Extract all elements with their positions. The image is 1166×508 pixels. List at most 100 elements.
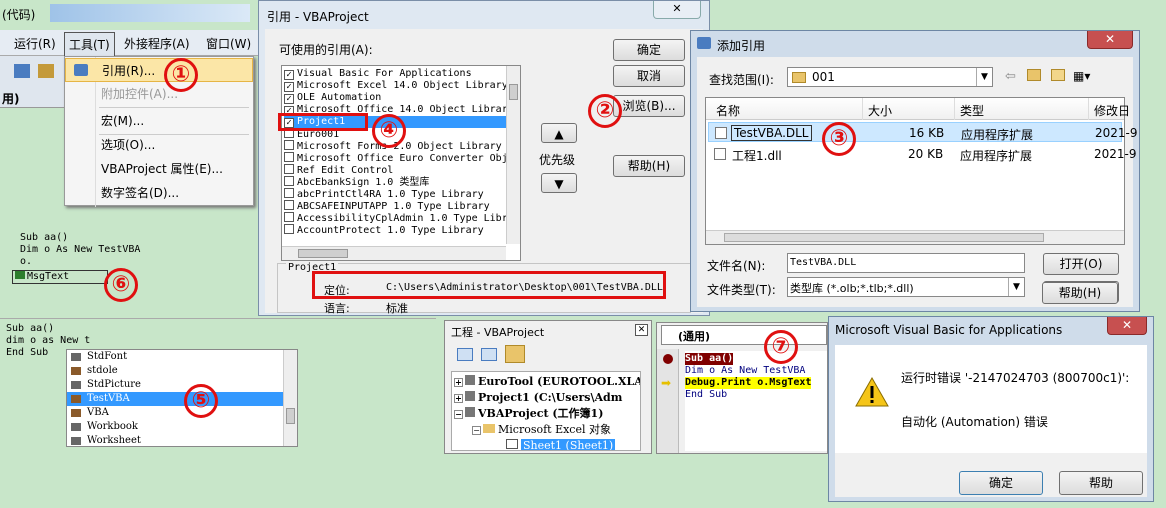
- dialog-close-button[interactable]: ✕: [1087, 31, 1133, 49]
- horizontal-scrollbar[interactable]: [706, 230, 1124, 244]
- checkbox[interactable]: [284, 140, 294, 150]
- menu-window[interactable]: 窗口(W): [206, 35, 251, 52]
- reference-item[interactable]: Ref Edit Control: [284, 164, 520, 176]
- scope-combo[interactable]: (通用): [661, 325, 827, 345]
- checkbox[interactable]: [284, 176, 294, 186]
- column-size[interactable]: 大小: [868, 102, 892, 119]
- browse-button[interactable]: 浏览(B)...: [613, 95, 685, 117]
- checkbox[interactable]: [284, 212, 294, 222]
- view-code-icon[interactable]: [457, 348, 473, 361]
- menu-item-digital-signature[interactable]: 数字签名(D)...: [65, 181, 255, 205]
- autocomplete-item[interactable]: MsgText: [27, 271, 69, 282]
- menu-item-project-properties[interactable]: VBAProject 属性(E)...: [65, 157, 255, 181]
- help-button[interactable]: 帮助(H): [613, 155, 685, 177]
- column-divider: [1088, 98, 1089, 120]
- toggle-folders-icon[interactable]: [505, 345, 525, 363]
- references-list[interactable]: ✓ Visual Basic For Applications ✓ Microsof…: [281, 65, 521, 261]
- horizontal-scrollbar[interactable]: [282, 246, 506, 260]
- help-button[interactable]: 帮助(H): [1042, 282, 1118, 304]
- filetype-select[interactable]: 类型库 (*.olb;*.tlb;*.dll) ▼: [787, 277, 1025, 297]
- class-icon: [71, 381, 81, 389]
- close-icon[interactable]: ✕: [635, 324, 648, 336]
- chevron-down-icon[interactable]: ▼: [976, 68, 992, 86]
- toolbar-icon[interactable]: [14, 64, 30, 78]
- priority-up-button[interactable]: ▲: [541, 123, 577, 143]
- checkbox[interactable]: [284, 188, 294, 198]
- tree-node[interactable]: − VBAProject (工作簿1): [454, 406, 640, 422]
- collapse-icon[interactable]: −: [472, 426, 481, 435]
- chevron-down-icon[interactable]: ▼: [1008, 278, 1024, 296]
- menu-addins[interactable]: 外接程序(A): [124, 35, 190, 52]
- menu-item-options[interactable]: 选项(O)...: [65, 133, 255, 157]
- vertical-scrollbar[interactable]: [506, 66, 520, 244]
- scroll-thumb[interactable]: [286, 408, 295, 424]
- look-in-combo[interactable]: 001 ▼: [787, 67, 993, 87]
- checkbox[interactable]: [284, 152, 294, 162]
- scroll-thumb[interactable]: [724, 233, 1044, 242]
- toolbar-icon[interactable]: [38, 64, 54, 78]
- autocomplete-popup[interactable]: MsgText: [12, 270, 108, 284]
- expand-icon[interactable]: +: [454, 394, 463, 403]
- project-tree[interactable]: + EuroTool (EUROTOOL.XLAM + Project1 (C:\U…: [451, 371, 641, 451]
- list-item[interactable]: stdole: [67, 364, 297, 378]
- up-folder-icon[interactable]: [1027, 69, 1041, 81]
- new-folder-icon[interactable]: [1051, 69, 1065, 81]
- reference-item[interactable]: AccessibilityCplAdmin 1.0 Type Library: [284, 212, 520, 224]
- column-name[interactable]: 名称: [716, 102, 740, 119]
- reference-item[interactable]: ✓ OLE Automation: [284, 92, 520, 104]
- ok-button[interactable]: 确定: [959, 471, 1043, 495]
- list-item[interactable]: Worksheet: [67, 434, 297, 448]
- collapse-icon[interactable]: −: [454, 410, 463, 419]
- file-list[interactable]: 名称 大小 类型 修改日 TestVBA.DLL 16 KB 应用程序扩展 20…: [705, 97, 1138, 245]
- filename-input[interactable]: TestVBA.DLL: [787, 253, 1025, 273]
- menu-item-references[interactable]: 引用(R)...: [65, 58, 253, 82]
- list-item[interactable]: StdFont: [67, 350, 297, 364]
- menu-tools[interactable]: 工具(T): [64, 32, 115, 57]
- list-item[interactable]: StdPicture: [67, 378, 297, 392]
- view-menu-icon[interactable]: ▦▾: [1073, 69, 1090, 83]
- dialog-close-button[interactable]: ✕: [1107, 317, 1147, 335]
- file-row[interactable]: 工程1.dll 20 KB 应用程序扩展 2021-9: [708, 144, 1137, 164]
- checkbox[interactable]: [284, 164, 294, 174]
- reference-item[interactable]: ✓ Visual Basic For Applications: [284, 68, 520, 80]
- tree-node[interactable]: + Project1 (C:\Users\Adm: [454, 390, 640, 406]
- reference-item[interactable]: Microsoft Office Euro Converter Object: [284, 152, 520, 164]
- reference-item[interactable]: ABCSAFEINPUTAPP 1.0 Type Library: [284, 200, 520, 212]
- list-scrollbar[interactable]: [283, 350, 297, 446]
- tree-node[interactable]: + EuroTool (EUROTOOL.XLAM: [454, 374, 640, 390]
- checkbox[interactable]: ✓: [284, 82, 294, 92]
- checkbox[interactable]: ✓: [284, 94, 294, 104]
- reference-item[interactable]: AccountProtect 1.0 Type Library: [284, 224, 520, 236]
- expand-icon[interactable]: +: [454, 378, 463, 387]
- code-editor[interactable]: Sub aa() Dim o As New TestVBA Debug.Prin…: [685, 351, 827, 451]
- reference-item[interactable]: AbcEbankSign 1.0 类型库: [284, 176, 520, 188]
- checkbox[interactable]: [284, 224, 294, 234]
- open-button[interactable]: 打开(O): [1043, 253, 1119, 275]
- scroll-thumb[interactable]: [509, 84, 518, 100]
- help-button[interactable]: 帮助: [1059, 471, 1143, 495]
- cancel-button[interactable]: 取消: [613, 65, 685, 87]
- reference-label: AccessibilityCplAdmin 1.0 Type Library: [297, 213, 520, 224]
- menu-run[interactable]: 运行(R): [14, 35, 56, 52]
- checkbox[interactable]: [284, 200, 294, 210]
- tree-node-selected[interactable]: Sheet1 (Sheet1): [454, 438, 640, 450]
- column-date[interactable]: 修改日: [1094, 102, 1130, 119]
- list-item[interactable]: VBA: [67, 406, 297, 420]
- breakpoint-icon[interactable]: [663, 354, 673, 364]
- view-object-icon[interactable]: [481, 348, 497, 361]
- reference-item[interactable]: ✓ Microsoft Excel 14.0 Object Library: [284, 80, 520, 92]
- ok-button[interactable]: 确定: [613, 39, 685, 61]
- checkbox[interactable]: ✓: [284, 70, 294, 80]
- priority-down-button[interactable]: ▼: [541, 173, 577, 193]
- column-type[interactable]: 类型: [960, 102, 984, 119]
- reference-item[interactable]: abcPrintCtl4RA 1.0 Type Library: [284, 188, 520, 200]
- tree-node[interactable]: − Microsoft Excel 对象: [454, 422, 640, 438]
- intellisense-list[interactable]: StdFont stdole StdPicture TestVBA VBA Wo…: [66, 349, 298, 447]
- dialog-close-button[interactable]: ✕: [653, 1, 701, 19]
- back-icon[interactable]: ⇦: [1005, 69, 1016, 84]
- list-item[interactable]: Workbook: [67, 420, 297, 434]
- file-row-selected[interactable]: TestVBA.DLL 16 KB 应用程序扩展 2021-9: [708, 122, 1138, 142]
- scroll-thumb[interactable]: [298, 249, 348, 258]
- list-item-selected[interactable]: TestVBA: [67, 392, 297, 406]
- menu-item-macros[interactable]: 宏(M)...: [65, 109, 255, 133]
